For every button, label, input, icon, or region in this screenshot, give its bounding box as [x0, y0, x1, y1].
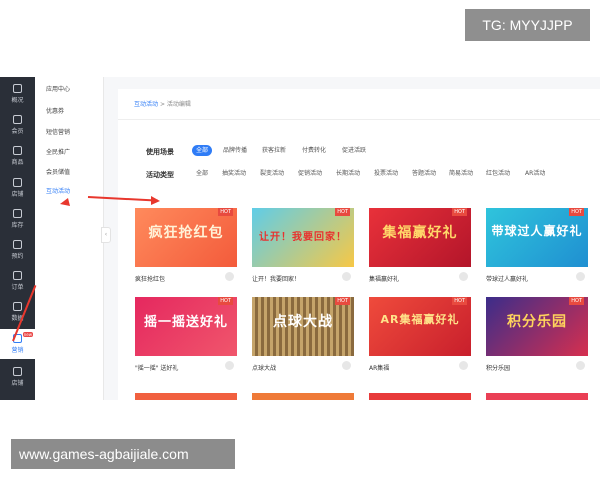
arrowhead-icon [151, 196, 160, 205]
watermark-bottom: www.games-agbaijiale.com [11, 439, 235, 469]
annotation-arrowheads [60, 196, 160, 206]
arrowhead-icon [60, 198, 70, 206]
